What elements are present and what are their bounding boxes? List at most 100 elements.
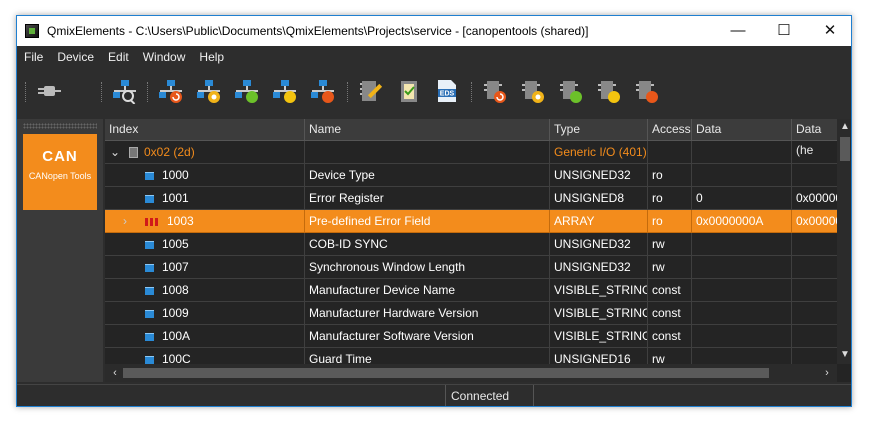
chip-stop-orange-icon[interactable] — [633, 78, 661, 104]
table-row[interactable]: › 1003 Pre-defined Error Field ARRAY ro 0x000… — [105, 210, 837, 233]
cell-access: rw — [647, 233, 691, 256]
row-index: 1003 — [167, 214, 194, 228]
network-stop-orange-icon[interactable] — [309, 78, 337, 104]
maximize-button[interactable]: ☐ — [761, 16, 807, 46]
cell-datahex — [791, 233, 837, 256]
svg-text:EDS: EDS — [440, 91, 455, 98]
app-window: QmixElements - C:\Users\Public\Documents… — [16, 15, 852, 407]
cell-name: Manufacturer Hardware Version — [304, 302, 549, 325]
network-reset-icon[interactable] — [157, 78, 185, 104]
column-header-type[interactable]: Type — [549, 119, 647, 140]
array-icon — [145, 218, 159, 226]
table-row[interactable]: 1008 Manufacturer Device Name VISIBLE_STRI… — [105, 279, 837, 302]
table-header: Index Name Type Access Data Data (he — [105, 119, 837, 157]
variable-icon — [145, 356, 154, 364]
cell-datahex: 0x00000 — [791, 210, 837, 233]
group-type: Generic I/O (401) — [549, 141, 647, 164]
cell-index: › 1003 — [105, 210, 304, 233]
cell-index: 1001 — [105, 187, 304, 210]
plug-icon[interactable] — [35, 78, 63, 104]
table-row[interactable]: 1007 Synchronous Window Length UNSIGNED32 r… — [105, 256, 837, 279]
app-icon — [25, 24, 39, 38]
network-operational-icon[interactable] — [233, 78, 261, 104]
menu-edit[interactable]: Edit — [101, 46, 136, 68]
cell-index: 1007 — [105, 256, 304, 279]
cell-index: 1000 — [105, 164, 304, 187]
network-preoperational-icon[interactable] — [195, 78, 223, 104]
table-row[interactable]: 1009 Manufacturer Hardware Version VISIBLE… — [105, 302, 837, 325]
cell-datahex: 0x00000 — [791, 187, 837, 210]
object-dictionary-table: Index Name Type Access Data Data (he ⌄ 0x… — [105, 119, 851, 382]
cell-data — [691, 256, 791, 279]
group-index: 0x02 (2d) — [144, 145, 195, 159]
scroll-right-icon[interactable]: › — [819, 364, 835, 382]
toolbar-separator — [471, 82, 473, 102]
cell-type: ARRAY — [549, 210, 647, 233]
cell-type: VISIBLE_STRING — [549, 302, 647, 325]
cell-datahex — [791, 325, 837, 348]
column-header-data[interactable]: Data — [691, 119, 791, 140]
cell-access: const — [647, 325, 691, 348]
scroll-up-icon[interactable]: ▲ — [837, 121, 851, 132]
scan-network-icon[interactable] — [111, 78, 139, 104]
cell-index: 1005 — [105, 233, 304, 256]
table-row[interactable]: 100A Manufacturer Software Version VISIBLE… — [105, 325, 837, 348]
scroll-left-icon[interactable]: ‹ — [107, 364, 123, 382]
row-index: 1009 — [162, 306, 189, 320]
chip-stop-icon[interactable] — [595, 78, 623, 104]
toolbar-separator — [147, 82, 149, 102]
row-index: 1000 — [162, 168, 189, 182]
chip-preoperational-icon[interactable] — [519, 78, 547, 104]
menu-help[interactable]: Help — [192, 46, 231, 68]
vertical-scroll-thumb[interactable] — [840, 137, 850, 161]
network-stop-icon[interactable] — [271, 78, 299, 104]
vertical-scrollbar[interactable]: ▲ ▼ — [837, 119, 851, 364]
cell-type: VISIBLE_STRING — [549, 325, 647, 348]
horizontal-scrollbar[interactable]: ‹ › — [105, 364, 837, 382]
canopen-tools-button[interactable]: CAN CANopen Tools — [23, 134, 97, 210]
window-title: QmixElements - C:\Users\Public\Documents… — [47, 24, 589, 38]
edit-object-icon[interactable] — [357, 78, 385, 104]
column-header-index[interactable]: Index — [105, 119, 304, 140]
column-header-data-hex[interactable]: Data (he — [791, 119, 837, 157]
menu-bar: File Device Edit Window Help — [17, 46, 851, 68]
cell-type: UNSIGNED32 — [549, 164, 647, 187]
close-button[interactable]: ✕ — [807, 16, 851, 46]
cell-type: UNSIGNED32 — [549, 256, 647, 279]
cell-index: 100A — [105, 325, 304, 348]
minimize-button[interactable]: — — [715, 16, 761, 46]
can-logo-text: CAN — [42, 148, 78, 165]
cell-datahex — [791, 164, 837, 187]
cell-name: Device Type — [304, 164, 549, 187]
chip-operational-icon[interactable] — [557, 78, 585, 104]
menu-device[interactable]: Device — [50, 46, 101, 68]
chevron-right-icon[interactable]: › — [105, 210, 145, 232]
cell-type: UNSIGNED32 — [549, 233, 647, 256]
can-button-label: CANopen Tools — [28, 171, 92, 181]
row-index: 1007 — [162, 260, 189, 274]
column-header-access[interactable]: Access — [647, 119, 691, 140]
scroll-down-icon[interactable]: ▼ — [837, 349, 851, 360]
horizontal-scroll-thumb[interactable] — [123, 368, 769, 378]
variable-icon — [145, 241, 154, 249]
table-row[interactable]: 1001 Error RegisterUNSIGNED8ro00x00000 — [105, 187, 837, 210]
table-group-row[interactable]: ⌄ 0x02 (2d) Generic I/O (401) — [105, 141, 837, 164]
chip-reset-icon[interactable] — [481, 78, 509, 104]
cell-type: VISIBLE_STRING — [549, 279, 647, 302]
cell-data: 0 — [691, 187, 791, 210]
cell-name: Pre-defined Error Field — [304, 210, 549, 233]
menu-file[interactable]: File — [17, 46, 50, 68]
cell-access: const — [647, 279, 691, 302]
checklist-icon[interactable] — [395, 78, 423, 104]
cell-name: Manufacturer Software Version — [304, 325, 549, 348]
row-index: 1001 — [162, 191, 189, 205]
title-bar[interactable]: QmixElements - C:\Users\Public\Documents… — [17, 16, 851, 46]
table-row[interactable]: 1005 COB-ID SYNC UNSIGNED32 rw — [105, 233, 837, 256]
table-row[interactable]: 1000 Device Type UNSIGNED32 ro — [105, 164, 837, 187]
chevron-down-icon[interactable]: ⌄ — [105, 141, 125, 163]
row-index: 1005 — [162, 237, 189, 251]
eds-file-icon[interactable]: EDS — [433, 78, 461, 104]
menu-window[interactable]: Window — [136, 46, 193, 68]
panel-grip — [23, 123, 97, 129]
column-header-name[interactable]: Name — [304, 119, 549, 140]
